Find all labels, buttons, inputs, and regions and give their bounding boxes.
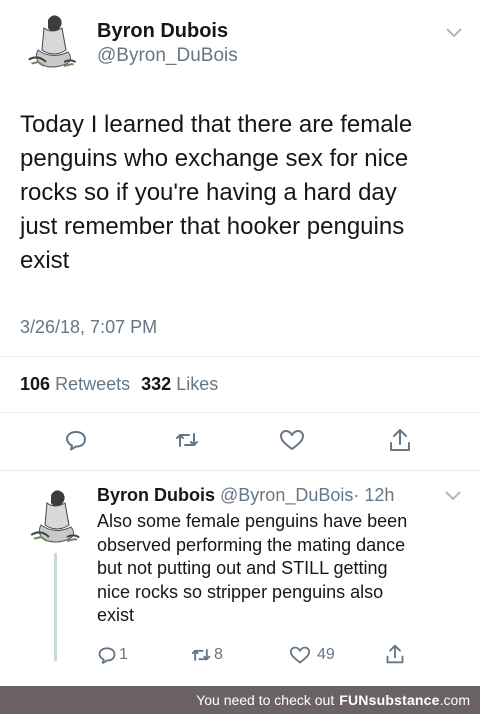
- engagement-stats: 106 Retweets 332 Likes: [20, 374, 218, 395]
- reply-text-line: observed performing the mating dance: [97, 534, 406, 555]
- author-name[interactable]: Byron Dubois: [97, 20, 228, 43]
- retweets-label[interactable]: Retweets: [55, 374, 130, 394]
- thread-line: [54, 553, 57, 661]
- share-button[interactable]: [385, 643, 405, 665]
- divider: [0, 356, 480, 357]
- reply-text: Also some female penguins have been obse…: [97, 510, 407, 628]
- avatar[interactable]: [24, 10, 82, 74]
- retweet-button[interactable]: [174, 428, 200, 452]
- likes-count[interactable]: 332: [141, 374, 171, 394]
- like-count: 49: [317, 646, 335, 663]
- tweet-text-line: exist: [20, 247, 70, 274]
- like-button[interactable]: [279, 428, 305, 452]
- avatar[interactable]: [26, 485, 86, 549]
- reply-text-line: Also some female penguins have been: [97, 511, 408, 531]
- watermark-brand: FUNsubstance: [339, 692, 440, 708]
- reply-icon: [66, 431, 86, 451]
- chevron-down-icon[interactable]: [444, 489, 462, 507]
- retweet-button[interactable]: 8: [190, 645, 223, 665]
- reply-count: 1: [119, 646, 128, 663]
- tweet-text-line: rocks so if you're having a hard day: [20, 179, 397, 206]
- retweets-count[interactable]: 106: [20, 374, 50, 394]
- retweet-count: 8: [214, 646, 223, 663]
- divider: [0, 470, 480, 471]
- like-icon: [289, 646, 311, 664]
- tweet-text: Today I learned that there are female pe…: [20, 111, 412, 276]
- retweet-icon: [176, 433, 198, 447]
- retweet-icon: [191, 649, 211, 661]
- like-button[interactable]: 49: [289, 645, 335, 665]
- reply-button[interactable]: 1: [97, 645, 128, 665]
- chevron-down-icon[interactable]: [445, 26, 463, 44]
- tweet-timestamp[interactable]: 3/26/18, 7:07 PM: [20, 317, 157, 338]
- author-handle[interactable]: @Byron_DuBois: [220, 485, 353, 505]
- divider: [0, 412, 480, 413]
- tweet-time-ago[interactable]: · 12h: [353, 485, 394, 505]
- like-icon: [280, 430, 304, 450]
- share-button[interactable]: [388, 427, 412, 453]
- tweet-text-line: just remember that hooker penguins: [20, 213, 405, 240]
- watermark-domain: .com: [439, 692, 470, 708]
- author-handle[interactable]: @Byron_DuBois: [97, 45, 238, 67]
- tweet-text-line: Today I learned that there are female: [20, 111, 413, 138]
- share-icon: [386, 644, 404, 664]
- watermark-bar: You need to check out FUNsubstance .com: [0, 686, 480, 714]
- share-icon: [390, 429, 410, 451]
- reply-icon: [98, 647, 116, 664]
- reply-button[interactable]: [64, 428, 88, 452]
- reply-text-line: nice rocks so stripper penguins also: [97, 581, 384, 602]
- likes-label[interactable]: Likes: [176, 374, 218, 394]
- reply-header: Byron Dubois @Byron_DuBois· 12h: [97, 485, 394, 506]
- author-name[interactable]: Byron Dubois: [97, 485, 215, 505]
- watermark-text: You need to check out: [196, 692, 335, 708]
- tweet-text-line: penguins who exchange sex for nice: [20, 145, 409, 172]
- reply-text-line: exist: [97, 605, 135, 625]
- reply-text-line: but not putting out and STILL getting: [97, 558, 388, 578]
